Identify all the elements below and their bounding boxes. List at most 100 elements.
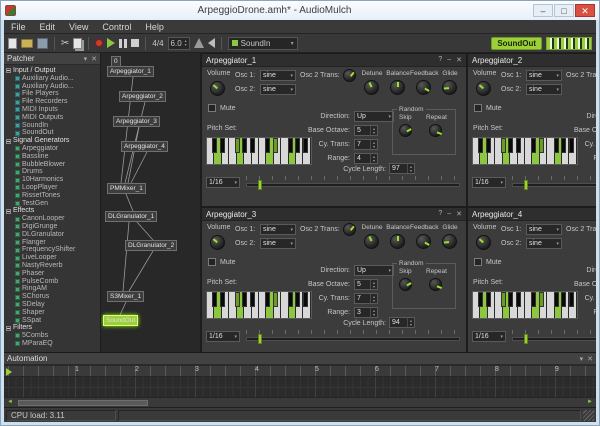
scroll-left-icon[interactable]: ◄ xyxy=(4,398,16,407)
tree-item[interactable]: TestGen xyxy=(6,200,100,208)
tree-item[interactable]: RissetTones xyxy=(6,192,100,200)
tree-item[interactable]: File Recorders xyxy=(6,98,100,106)
panel-help-button[interactable]: ? xyxy=(438,56,442,64)
speaker-icon[interactable] xyxy=(208,38,215,48)
panel-header[interactable]: Arpeggiator_4 ? – ✕ xyxy=(468,208,596,221)
mute-checkbox[interactable] xyxy=(474,258,482,266)
tree-section-effects[interactable]: Effects xyxy=(6,207,100,215)
osc1-waveform-select[interactable]: sine▾ xyxy=(526,70,562,81)
tree-item[interactable]: LoopPlayer xyxy=(6,184,100,192)
dock-menu-icon[interactable]: ▾ xyxy=(84,55,88,63)
osc1-waveform-select[interactable]: sine▾ xyxy=(260,70,296,81)
panel-header[interactable]: Arpeggiator_1 ? – ✕ xyxy=(202,54,466,67)
collapse-icon[interactable] xyxy=(6,139,11,144)
tree-item[interactable]: 5Combs xyxy=(6,332,100,340)
piano-key-black[interactable] xyxy=(478,292,483,307)
cut-icon[interactable]: ✂ xyxy=(61,38,69,49)
tree-item[interactable]: Phaser xyxy=(6,270,100,278)
tree-item[interactable]: DigiGrunge xyxy=(6,223,100,231)
piano-key-black[interactable] xyxy=(508,292,513,307)
feedback-knob[interactable] xyxy=(416,234,431,249)
skip-knob[interactable] xyxy=(399,124,412,137)
tree-item[interactable]: FrequencyShifter xyxy=(6,246,100,254)
slider-thumb[interactable] xyxy=(258,334,262,344)
pause-button-icon[interactable] xyxy=(119,39,127,48)
volume-knob[interactable] xyxy=(210,235,225,250)
menu-item[interactable]: File xyxy=(4,22,33,32)
piano-key-black[interactable] xyxy=(212,138,217,153)
stop-button-icon[interactable] xyxy=(131,39,139,47)
base-octave-spinner[interactable]: 5▴▾ xyxy=(354,125,378,136)
repeat-knob[interactable] xyxy=(429,124,442,137)
glide-knob[interactable] xyxy=(442,234,457,249)
piano-key-black[interactable] xyxy=(273,292,278,307)
piano-key-black[interactable] xyxy=(235,292,240,307)
skip-knob[interactable] xyxy=(399,278,412,291)
tree-item[interactable]: Auxiliary Audio... xyxy=(6,83,100,91)
step-slider[interactable] xyxy=(246,176,460,190)
detune-knob[interactable] xyxy=(364,234,379,249)
slider-groove[interactable] xyxy=(246,183,460,187)
piano-key-black[interactable] xyxy=(539,292,544,307)
slider-thumb[interactable] xyxy=(524,180,528,190)
osc1-waveform-select[interactable]: sine▾ xyxy=(260,224,296,235)
dock-close-icon[interactable]: ✕ xyxy=(91,55,97,63)
cy-trans-spinner[interactable]: 7▴▾ xyxy=(354,293,378,304)
tempo-spinner[interactable]: 6.0 ▴ ▾ xyxy=(168,37,190,50)
patcher-node-arpeggiator-1[interactable]: Arpeggiator_1 xyxy=(107,66,154,77)
metronome-icon[interactable] xyxy=(194,38,204,48)
tree-item[interactable]: Arpeggiator xyxy=(6,145,100,153)
osc2-waveform-select[interactable]: sine▾ xyxy=(260,84,296,95)
osc2-waveform-select[interactable]: sine▾ xyxy=(526,238,562,249)
tree-item[interactable]: Bassline xyxy=(6,153,100,161)
piano-key-black[interactable] xyxy=(242,138,247,153)
scroll-right-icon[interactable]: ► xyxy=(584,398,596,407)
tree-section-input-output[interactable]: Input / Output xyxy=(6,67,100,75)
resize-grip[interactable] xyxy=(583,410,594,421)
piano-key-black[interactable] xyxy=(235,138,240,153)
save-file-icon[interactable] xyxy=(37,38,48,49)
step-slider[interactable] xyxy=(512,330,596,344)
piano-key-black[interactable] xyxy=(539,138,544,153)
panel-header[interactable]: Arpeggiator_3 ? – ✕ xyxy=(202,208,466,221)
soundout-indicator[interactable]: SoundOut xyxy=(491,37,542,50)
osc2-trans-knob[interactable] xyxy=(343,223,356,236)
osc1-waveform-select[interactable]: sine▾ xyxy=(526,224,562,235)
piano-key-black[interactable] xyxy=(501,292,506,307)
panel-minimize-button[interactable]: – xyxy=(447,56,451,64)
automation-grid[interactable] xyxy=(4,377,596,397)
patcher-node-soundout[interactable]: SoundOut xyxy=(103,315,138,326)
tree-item[interactable]: SoundIn xyxy=(6,122,100,130)
piano-key-black[interactable] xyxy=(486,292,491,307)
maximize-button[interactable]: □ xyxy=(554,4,574,17)
rate-select[interactable]: 1/16▾ xyxy=(206,177,240,188)
piano-key-black[interactable] xyxy=(486,138,491,153)
tree-item[interactable]: MIDI Inputs xyxy=(6,106,100,114)
base-octave-spinner[interactable]: 5▴▾ xyxy=(354,279,378,290)
collapse-icon[interactable] xyxy=(6,68,11,73)
piano-key-black[interactable] xyxy=(265,292,270,307)
tree-item[interactable]: PulseComb xyxy=(6,278,100,286)
piano-key-black[interactable] xyxy=(242,292,247,307)
piano-key-black[interactable] xyxy=(212,292,217,307)
piano-key-black[interactable] xyxy=(516,138,521,153)
tempo-down-icon[interactable]: ▾ xyxy=(185,43,187,47)
rate-select[interactable]: 1/16▾ xyxy=(472,331,506,342)
piano-key-black[interactable] xyxy=(531,138,536,153)
tree-item[interactable]: File Players xyxy=(6,90,100,98)
step-slider[interactable] xyxy=(246,330,460,344)
volume-knob[interactable] xyxy=(476,81,491,96)
patcher-canvas[interactable]: 0 Arpeggiator_1 Arpeggiator_2 Arpeggiato… xyxy=(101,53,201,352)
direction-select[interactable]: Up▾ xyxy=(354,111,394,122)
minimize-button[interactable]: – xyxy=(533,4,553,17)
tree-item[interactable]: CanonLooper xyxy=(6,215,100,223)
tree-item[interactable]: SChorus xyxy=(6,293,100,301)
mute-checkbox[interactable] xyxy=(474,104,482,112)
feedback-knob[interactable] xyxy=(416,80,431,95)
tree-item[interactable]: SSpat xyxy=(6,317,100,325)
volume-knob[interactable] xyxy=(210,81,225,96)
tree-item[interactable]: MIDI Outputs xyxy=(6,114,100,122)
slider-groove[interactable] xyxy=(246,337,460,341)
cy-trans-spinner[interactable]: 7▴▾ xyxy=(354,139,378,150)
piano-key-black[interactable] xyxy=(508,138,513,153)
